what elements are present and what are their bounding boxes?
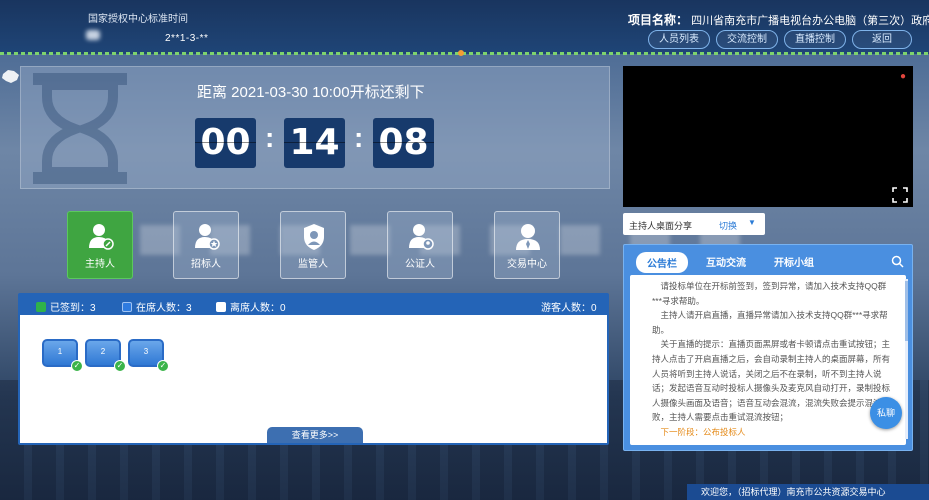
private-chat-button[interactable]: 私聊	[870, 397, 902, 429]
seat-1[interactable]: 1 ✓	[42, 339, 83, 372]
present-square-icon	[122, 302, 132, 312]
attendance-panel: 已签到：3 在席人数：3 离席人数：0 游客人数：0 1 ✓ 2 ✓ 3 ✓ 查…	[18, 293, 609, 445]
role-host-button[interactable]: 主持人	[67, 211, 133, 279]
role-tenderer-button[interactable]: 招标人	[173, 211, 239, 279]
signed-check-icon	[36, 302, 46, 312]
notice-tabs: 公告栏 互动交流 开标小组	[632, 251, 906, 275]
header-indicator-dot	[458, 50, 464, 56]
host-icon	[89, 224, 114, 250]
countdown-colon: :	[265, 122, 275, 153]
scrollbar-thumb[interactable]	[905, 281, 908, 341]
role-label: 交易中心	[507, 259, 547, 270]
live-control-button[interactable]: 直播控制	[784, 30, 846, 49]
live-video-player[interactable]: ●	[623, 66, 913, 207]
seat-number: 3	[143, 347, 149, 356]
check-icon: ✓	[71, 360, 83, 372]
standard-time-value: 2**1-3-**	[165, 33, 209, 44]
countdown-minutes: 14	[284, 118, 345, 168]
desktop-share-dropdown[interactable]: 主持人桌面分享 切换 ▼	[623, 213, 765, 235]
share-label: 主持人桌面分享	[629, 221, 693, 231]
hourglass-icon	[33, 73, 127, 184]
role-trading-center-button[interactable]: 交易中心	[494, 211, 560, 279]
role-label: 招标人	[191, 259, 221, 270]
guest-count: 游客人数：0	[541, 303, 597, 314]
blurred-time-prefix	[86, 30, 100, 40]
notice-paragraph: 关于直播的提示：直播页面黑屏或者卡顿请点击重试按钮；主持人点击了开启直播之后，会…	[652, 339, 891, 423]
trading-center-icon	[516, 224, 540, 250]
switch-link[interactable]: 切换	[719, 219, 737, 232]
person-list-button[interactable]: 人员列表	[648, 30, 710, 49]
project-name: 四川省南充市广播电视台办公电脑（第三次）政府采购	[691, 15, 929, 27]
seat-2[interactable]: 2 ✓	[85, 339, 126, 372]
countdown-colon: :	[354, 122, 364, 153]
tab-bulletin[interactable]: 公告栏	[636, 252, 688, 273]
notary-icon	[409, 224, 434, 250]
welcome-bar: 欢迎您，（招标代理）南充市公共资源交易中心	[687, 484, 929, 500]
absent-count: 离席人数：0	[216, 299, 286, 314]
caret-down-icon: ▼	[748, 218, 756, 227]
absent-square-icon	[216, 302, 226, 312]
countdown-text: 距离 2021-03-30 10:00开标还剩下	[197, 84, 425, 101]
attendance-header: 已签到：3 在席人数：3 离席人数：0 游客人数：0	[20, 295, 607, 315]
communication-control-button[interactable]: 交流控制	[716, 30, 778, 49]
role-label: 主持人	[85, 259, 115, 270]
tab-interaction[interactable]: 互动交流	[706, 254, 746, 269]
standard-time-label: 国家授权中心标准时间	[88, 14, 188, 25]
countdown-panel: 距离 2021-03-30 10:00开标还剩下 00 : 14 : 08	[20, 66, 610, 189]
role-label: 监管人	[298, 259, 328, 270]
signed-count: 已签到：3	[36, 299, 96, 314]
role-supervisor-button[interactable]: 监管人	[280, 211, 346, 279]
check-icon: ✓	[157, 360, 169, 372]
search-icon[interactable]	[891, 255, 904, 268]
seat-number: 2	[100, 347, 106, 356]
present-count: 在席人数：3	[122, 299, 192, 314]
view-more-button[interactable]: 查看更多>>	[267, 427, 363, 443]
back-button[interactable]: 返回	[852, 30, 912, 49]
notice-panel: 公告栏 互动交流 开标小组 请投标单位在开标前签到，签到异常，请加入技术支持QQ…	[623, 244, 913, 451]
top-header: 国家授权中心标准时间 2**1-3-** 项目名称： 四川省南充市广播电视台办公…	[0, 0, 929, 54]
seat-3[interactable]: 3 ✓	[128, 339, 169, 372]
notice-paragraph: 请投标单位在开标前签到，签到异常，请加入技术支持QQ群***寻求帮助。	[652, 281, 887, 306]
notice-paragraph: 主持人请开启直播，直播异常请加入技术支持QQ群***寻求帮助。	[652, 310, 888, 335]
tab-bid-group[interactable]: 开标小组	[774, 254, 814, 269]
role-notary-button[interactable]: 公证人	[387, 211, 453, 279]
role-label: 公证人	[405, 259, 435, 270]
project-title: 项目名称： 四川省南充市广播电视台办公电脑（第三次）政府采购	[628, 11, 929, 28]
header-divider	[0, 52, 929, 55]
countdown-hours: 00	[195, 118, 256, 168]
seat-number: 1	[57, 347, 63, 356]
tenderer-icon	[195, 224, 220, 250]
next-stage-text: 下一阶段：公布投标人	[660, 426, 746, 437]
check-icon: ✓	[114, 360, 126, 372]
supervisor-icon	[304, 224, 324, 250]
fullscreen-icon[interactable]	[892, 187, 908, 203]
project-label: 项目名称：	[628, 13, 689, 27]
notice-content: 请投标单位在开标前签到，签到异常，请加入技术支持QQ群***寻求帮助。 主持人请…	[630, 275, 906, 445]
china-map-icon	[2, 70, 19, 83]
location-pin-icon: ●	[899, 71, 906, 82]
countdown-seconds: 08	[373, 118, 434, 168]
